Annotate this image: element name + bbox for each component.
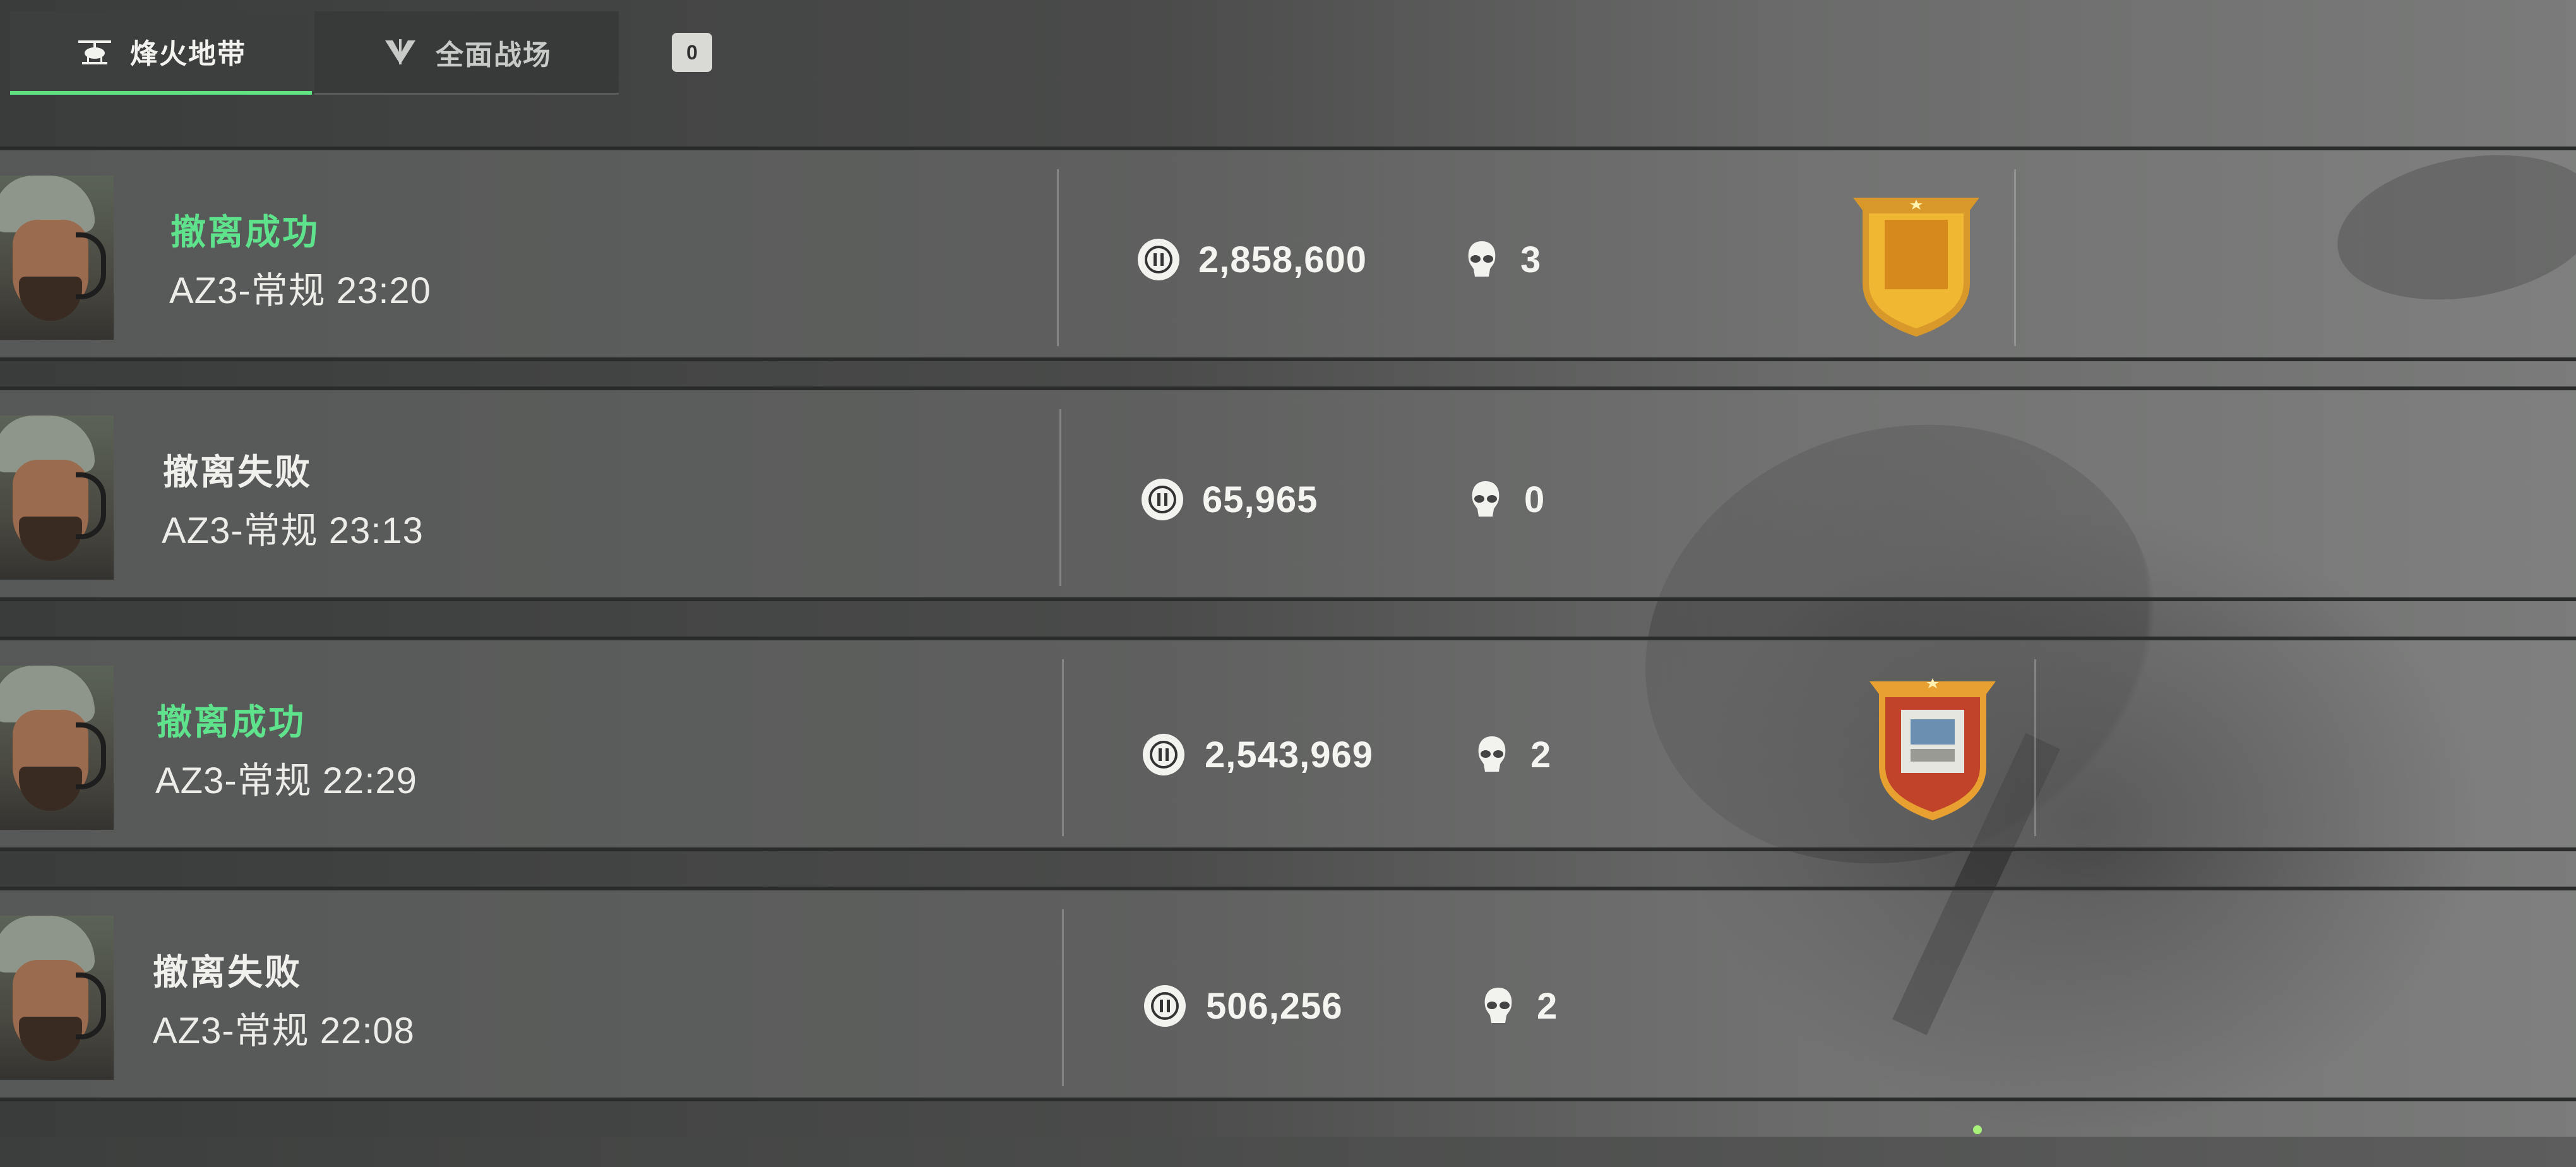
match-record-row[interactable]: 撤离成功 AZ3-常规 23:20 2,858,600 3 [0, 147, 2576, 361]
skull-icon [1478, 736, 1506, 772]
coin-icon [1142, 479, 1183, 520]
extraction-status: 撤离失败 [153, 952, 302, 992]
operator-avatar [0, 916, 114, 1080]
column-divider [1062, 659, 1064, 836]
operator-avatar [0, 176, 114, 340]
column-divider [2034, 659, 2036, 836]
kill-count: 2 [1530, 734, 1551, 775]
red-shield-medal-icon [1869, 678, 1996, 820]
coin-icon [1138, 239, 1179, 280]
skull-icon [1468, 241, 1496, 277]
skull-icon [1472, 481, 1500, 517]
map-mode-time: AZ3-常规 22:29 [155, 760, 417, 801]
next-row-edge [0, 1137, 2576, 1167]
match-record-row[interactable]: 撤离成功 AZ3-常规 22:29 2,543,969 2 [0, 637, 2576, 851]
kill-count: 3 [1520, 239, 1541, 280]
coin-icon [1144, 985, 1186, 1027]
extraction-status: 撤离成功 [170, 212, 319, 252]
haul-value: 2,858,600 [1198, 239, 1368, 280]
match-record-row[interactable]: 撤离失败 AZ3-常规 22:08 506,256 2 [0, 887, 2576, 1101]
kill-count: 2 [1537, 986, 1558, 1027]
column-divider [2014, 169, 2016, 346]
tab-battlefield-label: 全面战场 [436, 39, 552, 71]
column-divider [1059, 409, 1061, 586]
haul-value: 65,965 [1202, 479, 1318, 520]
gold-shield-medal-icon [1853, 198, 1979, 337]
column-divider [1057, 169, 1059, 346]
tab-all-out-battlefield[interactable]: 全面战场 [314, 11, 619, 95]
extraction-status: 撤离失败 [163, 452, 312, 492]
haul-value: 506,256 [1206, 986, 1343, 1027]
extraction-status: 撤离成功 [157, 702, 306, 742]
skull-icon [1484, 988, 1512, 1023]
coin-icon [1143, 734, 1184, 775]
helicopter-icon [76, 35, 114, 67]
operator-avatar [0, 416, 114, 580]
map-mode-time: AZ3-常规 23:20 [169, 270, 431, 311]
column-divider [1062, 909, 1064, 1086]
mode-tab-bar: 烽火地带 全面战场 0 [0, 0, 2576, 145]
match-record-row[interactable]: 撤离失败 AZ3-常规 23:13 65,965 0 [0, 386, 2576, 601]
tab-extraction-label: 烽火地带 [130, 39, 246, 69]
map-mode-time: AZ3-常规 22:08 [153, 1010, 415, 1051]
haul-value: 2,543,969 [1205, 734, 1374, 775]
tab-extraction-zone[interactable]: 烽火地带 [10, 11, 312, 95]
map-mode-time: AZ3-常规 23:13 [162, 510, 424, 551]
battlefield-emblem-icon [381, 37, 419, 68]
operator-avatar [0, 666, 114, 830]
notification-count-badge[interactable]: 0 [672, 33, 712, 72]
kill-count: 0 [1524, 479, 1545, 520]
indicator-dot [1973, 1125, 1982, 1134]
